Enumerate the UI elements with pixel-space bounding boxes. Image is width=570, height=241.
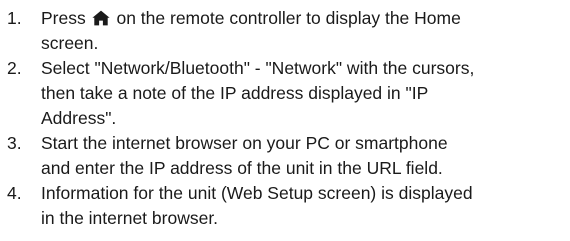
- step-number: 2.: [7, 58, 22, 78]
- step-number: 4.: [7, 183, 22, 203]
- instruction-list: 1. Press on the remote controller to dis…: [0, 0, 563, 231]
- step-text: Press on the remote controller to displa…: [41, 6, 563, 56]
- step-4: 4. Information for the unit (Web Setup s…: [7, 181, 563, 231]
- step-text: Select "Network/Bluetooth" - "Network" w…: [41, 58, 475, 128]
- step-number: 3.: [7, 133, 22, 153]
- step-text: Information for the unit (Web Setup scre…: [41, 183, 473, 228]
- step-2: 2. Select "Network/Bluetooth" - "Network…: [7, 56, 563, 131]
- step-text-before-icon: Press: [41, 8, 86, 28]
- home-icon: [92, 10, 110, 26]
- step-3: 3. Start the internet browser on your PC…: [7, 131, 563, 181]
- step-1: 1. Press on the remote controller to dis…: [7, 6, 563, 56]
- step-number: 1.: [7, 8, 22, 28]
- step-text: Start the internet browser on your PC or…: [41, 133, 448, 178]
